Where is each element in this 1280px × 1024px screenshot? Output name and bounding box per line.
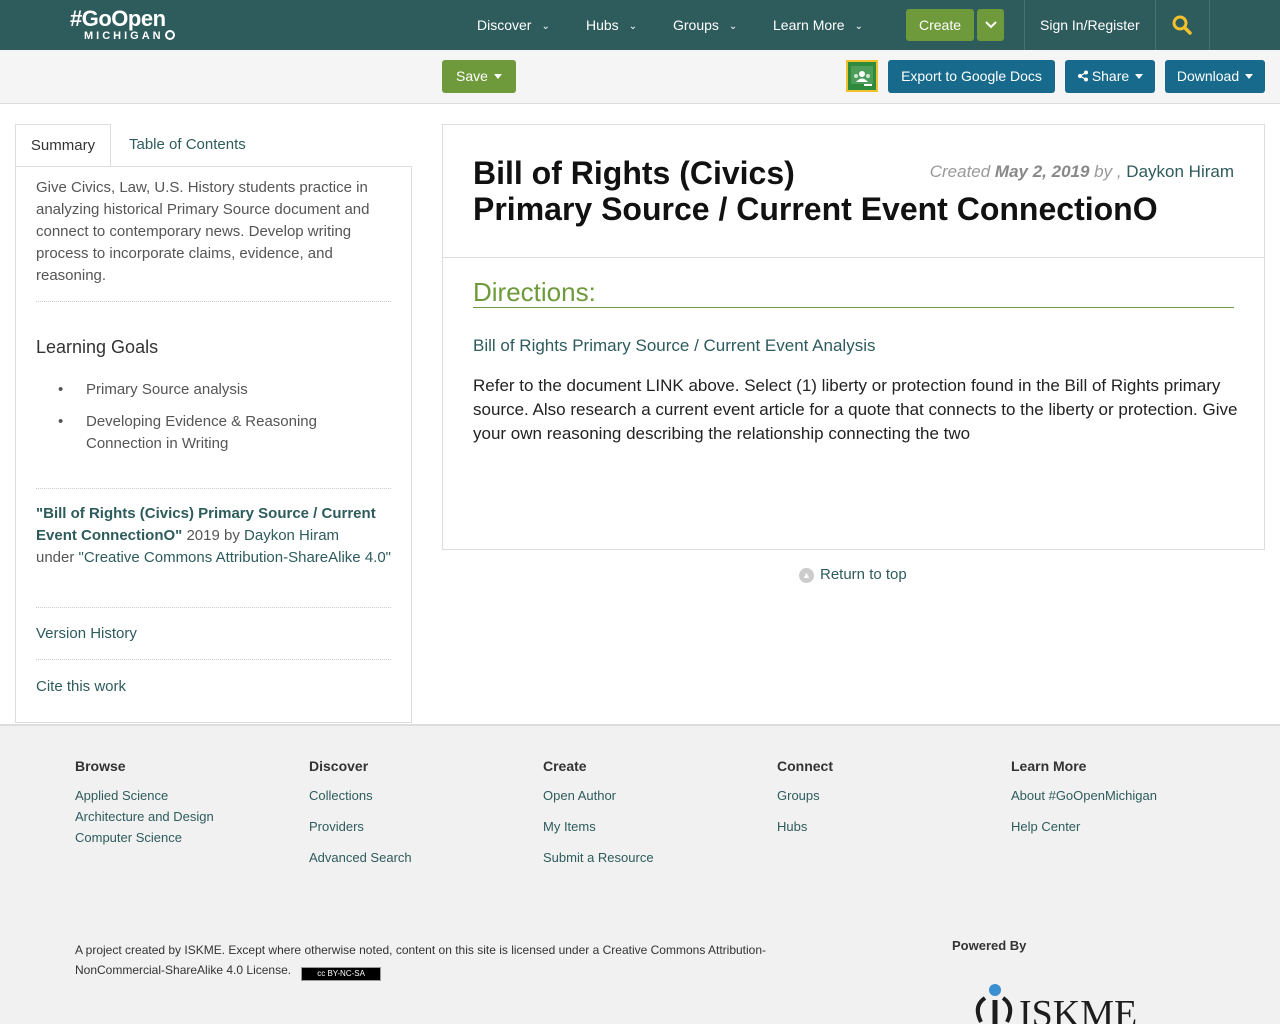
- created-date: May 2, 2019: [994, 162, 1090, 181]
- chevron-down-icon: ⌄: [628, 21, 638, 32]
- resource-header: Bill of Rights (Civics) Primary Source / …: [443, 125, 1264, 258]
- nav-groups[interactable]: Groups ⌄: [673, 0, 737, 50]
- directions-body: Refer to the document LINK above. Select…: [473, 376, 1238, 443]
- nav-discover[interactable]: Discover ⌄: [477, 0, 550, 50]
- directions-heading: Directions:: [473, 277, 1234, 308]
- create-dropdown-button[interactable]: [977, 9, 1004, 41]
- nav-hubs[interactable]: Hubs ⌄: [586, 0, 637, 50]
- sign-in-register-link[interactable]: Sign In/Register: [1040, 0, 1140, 50]
- cc-license-badge[interactable]: cc BY-NC-SA: [301, 967, 382, 981]
- divider: [36, 659, 391, 660]
- footer-link[interactable]: Applied Science: [75, 788, 214, 803]
- create-button[interactable]: Create: [906, 9, 974, 41]
- footer-col-create: Create Open Author My Items Submit a Res…: [543, 758, 654, 865]
- iskme-logo[interactable]: ISKME: [963, 976, 1163, 1024]
- svg-text:ISKME: ISKME: [1019, 993, 1137, 1024]
- gear-logo-icon: [164, 30, 175, 40]
- footer-link[interactable]: Computer Science: [75, 830, 214, 845]
- footer-link[interactable]: About #GoOpenMichigan: [1011, 788, 1157, 803]
- gooopen-michigan-logo[interactable]: #GoOpen MICHIGAN: [70, 8, 175, 42]
- caret-down-icon: [493, 74, 502, 79]
- tab-summary[interactable]: Summary: [15, 124, 111, 167]
- footer-col-learn-more: Learn More About #GoOpenMichigan Help Ce…: [1011, 758, 1157, 834]
- attribution-license-link[interactable]: "Creative Commons Attribution-ShareAlike…: [79, 549, 391, 566]
- learning-goals-heading: Learning Goals: [36, 337, 159, 357]
- site-footer: Browse Applied Science Architecture and …: [0, 724, 1280, 1024]
- google-classroom-icon[interactable]: [846, 60, 878, 92]
- resource-content: Bill of Rights (Civics) Primary Source / …: [442, 124, 1265, 550]
- nav-divider: [1155, 0, 1156, 50]
- footer-link[interactable]: Open Author: [543, 788, 654, 803]
- return-to-top-link[interactable]: ▲ Return to top: [799, 566, 907, 583]
- tab-table-of-contents[interactable]: Table of Contents: [129, 124, 246, 167]
- export-google-docs-button[interactable]: Export to Google Docs: [888, 60, 1055, 93]
- resource-summary: Give Civics, Law, U.S. History students …: [36, 179, 370, 284]
- footer-link[interactable]: Advanced Search: [309, 850, 412, 865]
- footer-link[interactable]: My Items: [543, 819, 654, 834]
- chevron-up-icon: ▲: [799, 568, 814, 583]
- footer-link[interactable]: Hubs: [777, 819, 833, 834]
- chevron-down-icon: ⌄: [541, 21, 550, 32]
- learning-goal-item: Primary Source analysis: [58, 379, 358, 401]
- caret-down-icon: [1245, 74, 1254, 79]
- author-link[interactable]: Daykon Hiram: [1126, 162, 1234, 181]
- attribution-author-link[interactable]: Daykon Hiram: [244, 527, 339, 544]
- footer-link[interactable]: Architecture and Design: [75, 809, 214, 824]
- learning-goals-list: Primary Source analysis Developing Evide…: [58, 379, 358, 465]
- analysis-link[interactable]: Bill of Rights Primary Source / Current …: [473, 336, 875, 356]
- license-notice: A project created by ISKME. Except where…: [75, 940, 795, 981]
- chevron-down-icon: ⌄: [728, 21, 738, 32]
- footer-link[interactable]: Help Center: [1011, 819, 1157, 834]
- top-navbar: #GoOpen MICHIGAN Discover ⌄ Hubs ⌄ Groups ⌄…: [0, 0, 1280, 50]
- attribution: "Bill of Rights (Civics) Primary Source …: [36, 505, 391, 566]
- version-history-link[interactable]: Version History: [36, 625, 137, 642]
- save-button[interactable]: Save: [442, 60, 516, 93]
- created-meta: Created May 2, 2019 by , Daykon Hiram: [929, 162, 1234, 181]
- resource-toolbar: Save Export to Google Docs Share Downloa…: [0, 50, 1280, 104]
- share-button[interactable]: Share: [1065, 60, 1155, 93]
- footer-link[interactable]: Collections: [309, 788, 412, 803]
- search-icon[interactable]: [1172, 15, 1192, 35]
- footer-link[interactable]: Providers: [309, 819, 412, 834]
- divider: [36, 488, 391, 489]
- download-button[interactable]: Download: [1165, 60, 1265, 93]
- footer-link[interactable]: Groups: [777, 788, 833, 803]
- cite-this-work-link[interactable]: Cite this work: [36, 678, 126, 695]
- divider: [36, 301, 391, 302]
- logo-subtitle: MICHIGAN: [84, 30, 164, 42]
- share-icon: [1077, 70, 1088, 82]
- nav-divider: [1024, 0, 1025, 50]
- chevron-down-icon: ⌄: [854, 21, 863, 32]
- footer-col-discover: Discover Collections Providers Advanced …: [309, 758, 412, 865]
- chevron-down-icon: [984, 21, 997, 29]
- footer-col-connect: Connect Groups Hubs: [777, 758, 833, 834]
- footer-col-browse: Browse Applied Science Architecture and …: [75, 758, 214, 845]
- footer-link[interactable]: Submit a Resource: [543, 850, 654, 865]
- summary-panel: Give Civics, Law, U.S. History students …: [15, 166, 412, 723]
- logo-title: #GoOpen: [70, 6, 166, 31]
- caret-down-icon: [1135, 74, 1144, 79]
- divider: [36, 607, 391, 608]
- learning-goal-item: Developing Evidence & Reasoning Connecti…: [58, 411, 358, 455]
- sidebar-tabs: Summary Table of Contents: [15, 124, 412, 167]
- nav-divider: [1209, 0, 1210, 50]
- powered-by-label: Powered By: [952, 938, 1027, 953]
- nav-learn-more[interactable]: Learn More ⌄: [773, 0, 863, 50]
